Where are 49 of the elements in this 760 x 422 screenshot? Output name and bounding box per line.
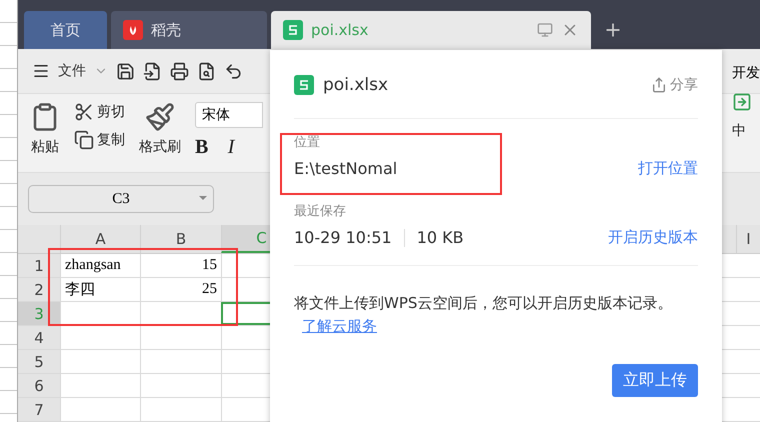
undo-icon[interactable] <box>224 62 243 81</box>
merge-icon[interactable] <box>732 92 752 112</box>
file-name: poi.xlsx <box>323 75 390 95</box>
italic-button[interactable]: I <box>228 136 234 160</box>
brush-icon <box>145 102 175 132</box>
row-header[interactable]: 4 <box>18 326 60 349</box>
merge-center-button[interactable]: 中 <box>732 122 746 140</box>
file-size: 10 KB <box>416 228 464 247</box>
cut-button[interactable]: 剪切 <box>74 102 125 122</box>
file-path: E:\testNomal <box>294 159 398 178</box>
history-link[interactable]: 开启历史版本 <box>608 228 698 247</box>
font-field[interactable]: 宋体 <box>195 102 263 128</box>
flame-logo-icon <box>123 20 143 40</box>
tab[interactable]: 首页 <box>24 11 107 50</box>
save-icon[interactable] <box>116 62 135 81</box>
row-header[interactable]: 7 <box>18 398 60 421</box>
sheet-logo-icon <box>283 20 303 40</box>
name-box[interactable]: C3 <box>28 185 214 213</box>
open-location-link[interactable]: 打开位置 <box>638 159 698 178</box>
row-header[interactable]: 5 <box>18 350 60 373</box>
export-icon[interactable] <box>143 62 162 81</box>
sheet-logo-icon <box>294 75 314 95</box>
share-button[interactable]: 分享 <box>651 76 698 94</box>
row-header[interactable]: 1 <box>18 254 60 277</box>
row-header[interactable]: 2 <box>18 278 60 301</box>
table-cell: 李四 <box>60 278 140 301</box>
developer-tab[interactable]: 开发 <box>732 64 760 82</box>
saved-label: 最近保存 <box>294 203 347 220</box>
tab[interactable]: 稻壳 <box>111 11 267 50</box>
column-header[interactable]: A <box>60 225 140 253</box>
scissors-icon <box>74 102 94 122</box>
upload-message: 将文件上传到WPS云空间后，您可以开启历史版本记录。 了解云服务 <box>294 265 698 338</box>
format-painter-button[interactable]: 格式刷 <box>139 138 181 156</box>
table-cell: 15 <box>140 254 221 277</box>
table-cell: zhangsan <box>60 254 140 277</box>
cloud-service-link[interactable]: 了解云服务 <box>302 317 377 335</box>
print-icon[interactable] <box>170 62 189 81</box>
paste-button[interactable]: 粘贴 <box>31 138 59 156</box>
row-header[interactable]: 6 <box>18 374 60 397</box>
preview-icon[interactable] <box>197 62 216 81</box>
file-menu[interactable]: 文件 <box>58 62 86 80</box>
copy-icon <box>74 130 94 150</box>
location-label: 位置 <box>294 134 321 151</box>
upload-button[interactable]: 立即上传 <box>612 364 698 397</box>
share-icon[interactable] <box>651 77 667 93</box>
copy-button[interactable]: 复制 <box>74 130 125 150</box>
table-cell: 25 <box>140 278 221 301</box>
bold-button[interactable]: B <box>195 136 208 160</box>
column-header[interactable]: I <box>736 225 760 253</box>
